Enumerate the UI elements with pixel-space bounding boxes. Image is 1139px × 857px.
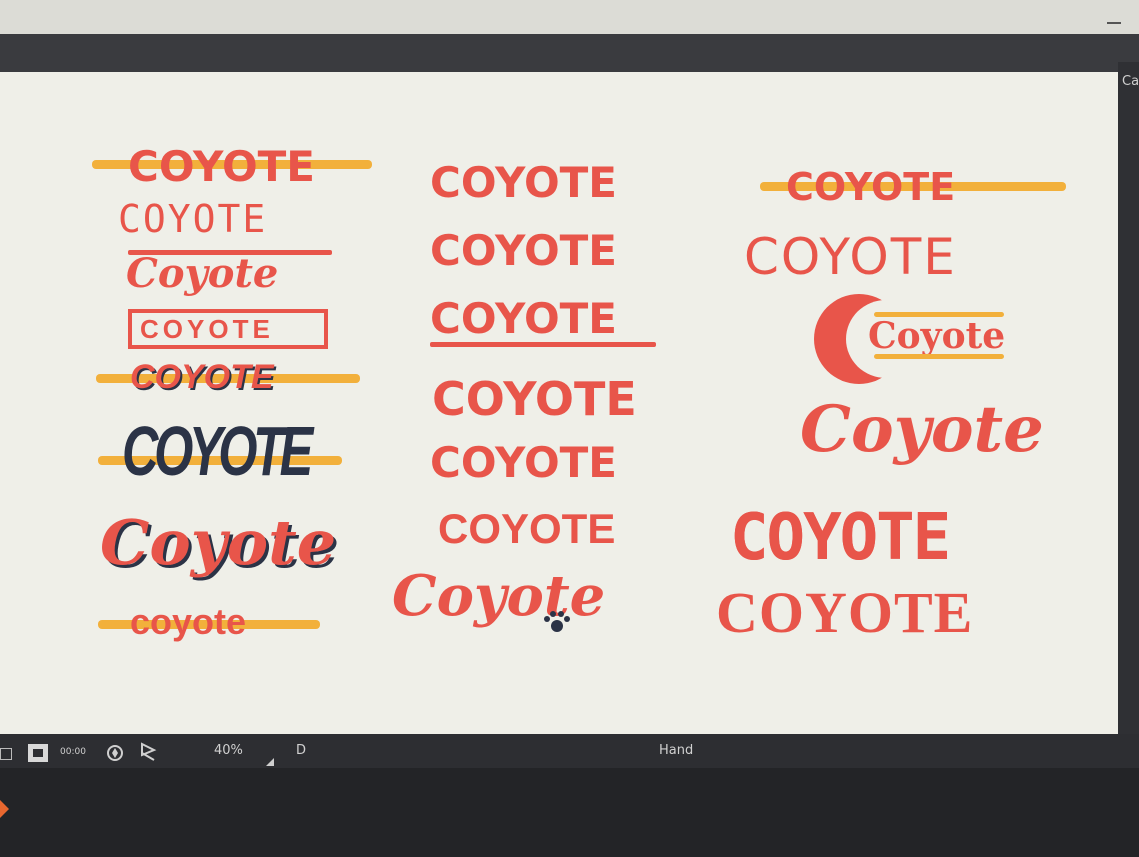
logo-c3-1: COYOTE	[786, 165, 956, 209]
top-window-strip	[0, 0, 1139, 34]
logo-c3-5: COYOTE	[730, 501, 951, 575]
logo-c1-2: COYOTE	[118, 197, 268, 241]
artboard-canvas[interactable]: COYOTE COYOTE Coyote COYOTE COYOTE COYOT…	[0, 72, 1118, 734]
logo-c3-6: COYOTE	[716, 580, 974, 645]
stripe-bottom	[874, 354, 1004, 359]
flip-icon[interactable]	[138, 741, 158, 763]
logo-c2-3: COYOTE	[430, 294, 617, 343]
logo-c1-5: COYOTE	[130, 358, 274, 396]
active-tool-label: Hand	[659, 743, 694, 758]
logo-c1-3: Coyote	[126, 250, 279, 297]
logo-c2-6: COYOTE	[438, 505, 616, 552]
right-panel: Ca	[1118, 62, 1139, 762]
logo-c3-3: Coyote	[868, 315, 1006, 357]
panel-tab-label[interactable]: Ca	[1122, 74, 1139, 89]
logo-c2-4: COYOTE	[432, 372, 637, 426]
logo-c1-4: COYOTE	[140, 314, 274, 344]
logo-c3-2: COYOTE	[744, 228, 957, 286]
logo-c3-4: Coyote	[800, 392, 1044, 467]
logo-c1-6: COYOTE	[122, 412, 313, 490]
paw-icon	[544, 611, 570, 632]
logo-c2-5: COYOTE	[430, 438, 617, 487]
screen-mode-icon[interactable]	[28, 744, 48, 762]
status-bar: 00:00 40% D Hand	[0, 734, 1139, 768]
logo-c2-2: COYOTE	[430, 226, 617, 275]
key-indicator: D	[296, 743, 307, 758]
logo-c1-8: coyote	[130, 601, 247, 642]
underline-bar	[430, 342, 656, 347]
timeline-panel	[0, 768, 1139, 857]
zoom-dropdown-icon[interactable]	[266, 758, 274, 766]
zoom-level[interactable]: 40%	[214, 743, 243, 758]
timecode-icon[interactable]: 00:00	[60, 747, 86, 757]
logo-c1-1: COYOTE	[128, 142, 315, 191]
rotate-view-icon[interactable]	[104, 743, 126, 763]
playhead-marker[interactable]	[0, 800, 9, 818]
minimize-icon[interactable]	[1107, 22, 1121, 24]
frame-icon[interactable]	[0, 748, 12, 760]
logo-c1-7: Coyote	[100, 506, 337, 579]
logo-c2-1: COYOTE	[430, 158, 617, 207]
document-titlebar	[0, 34, 1139, 74]
